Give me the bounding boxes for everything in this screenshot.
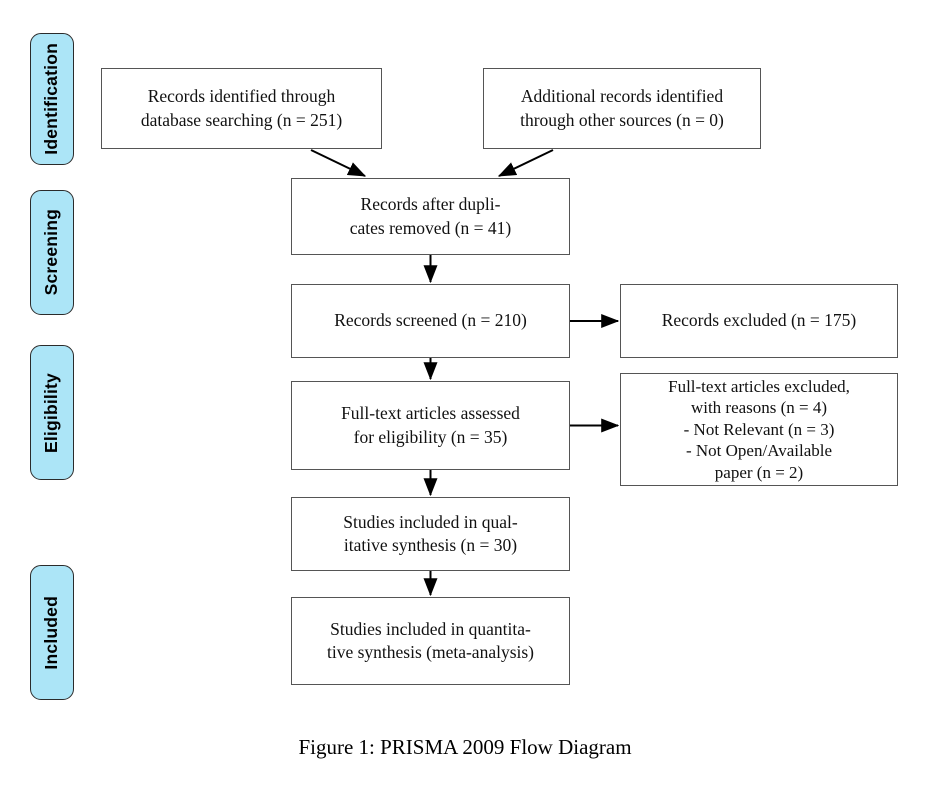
box-records-identified-text: Records identified through database sear… (140, 86, 343, 130)
phase-label-included: Included (41, 595, 62, 670)
box-studies-included-quantitative-text: Studies included in quantita- tive synth… (326, 618, 535, 662)
box-additional-records-text: Additional records identified through ot… (520, 86, 724, 130)
phase-label-screening: Screening (41, 209, 62, 296)
phase-label-identification: Identification (41, 43, 62, 155)
figure-caption: Figure 1: PRISMA 2009 Flow Diagram (0, 735, 930, 760)
box-records-excluded: Records excluded (n = 175) (620, 284, 898, 358)
arrow-additional-records-to-duplicates (497, 149, 554, 177)
box-full-text-articles-excluded: Full-text articles excluded, with reason… (620, 373, 898, 486)
box-records-screened-text: Records screened (n = 210) (334, 310, 527, 331)
phase-pill-included: Included (30, 565, 74, 700)
phase-label-eligibility: Eligibility (41, 372, 62, 453)
box-records-screened: Records screened (n = 210) (291, 284, 570, 358)
box-additional-records: Additional records identified through ot… (483, 68, 761, 149)
phase-pill-screening: Screening (30, 190, 74, 315)
arrow-records-identified-to-duplicates (310, 149, 367, 177)
box-records-excluded-text: Records excluded (n = 175) (661, 310, 857, 331)
box-studies-included-qualitative: Studies included in qual- itative synthe… (291, 497, 570, 571)
box-full-text-articles-excluded-text: Full-text articles excluded, with reason… (668, 376, 850, 482)
prisma-flow-diagram: Identification Screening Eligibility Inc… (0, 0, 930, 804)
box-studies-included-quantitative: Studies included in quantita- tive synth… (291, 597, 570, 685)
box-studies-included-qualitative-text: Studies included in qual- itative synthe… (343, 511, 518, 555)
box-full-text-articles-assessed-text: Full-text articles assessed for eligibil… (341, 403, 520, 447)
box-records-after-duplicates-removed: Records after dupli- cates removed (n = … (291, 178, 570, 255)
box-full-text-articles-assessed: Full-text articles assessed for eligibil… (291, 381, 570, 470)
phase-pill-identification: Identification (30, 33, 74, 165)
figure-caption-text: Figure 1: PRISMA 2009 Flow Diagram (298, 735, 632, 759)
box-records-identified: Records identified through database sear… (101, 68, 382, 149)
phase-pill-eligibility: Eligibility (30, 345, 74, 480)
box-records-after-duplicates-removed-text: Records after dupli- cates removed (n = … (349, 194, 512, 238)
